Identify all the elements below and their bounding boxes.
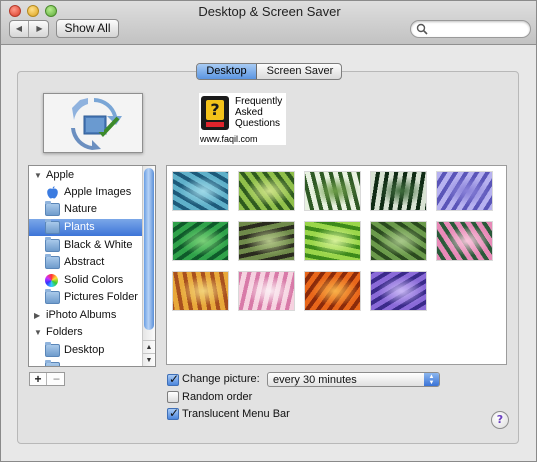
random-order-checkbox[interactable] xyxy=(167,391,179,403)
color-wheel-icon xyxy=(45,274,58,287)
scroll-up-arrow-icon[interactable]: ▲ xyxy=(143,340,155,353)
faq-line-3: Questions xyxy=(235,118,281,129)
folder-icon xyxy=(45,254,60,269)
thumbnail-bamboo[interactable] xyxy=(239,172,294,210)
scroll-down-arrow-icon[interactable]: ▼ xyxy=(143,353,155,366)
list-item-abstract[interactable]: Abstract xyxy=(29,254,143,271)
chevron-right-icon: ▶ xyxy=(36,24,43,33)
source-list-scrollbar[interactable]: ▲ ▼ xyxy=(142,166,155,366)
source-list: ▼ Apple Apple Images Nature Plants Black… xyxy=(28,165,156,367)
change-picture-label: Change picture: xyxy=(182,373,260,385)
faq-badge-icon: ? xyxy=(201,96,229,130)
window-title: Desktop & Screen Saver xyxy=(198,4,341,19)
folder-icon xyxy=(45,201,60,216)
thumbnail-moss[interactable] xyxy=(371,222,426,260)
thumbnail-green-spiral[interactable] xyxy=(305,222,360,260)
random-order-label: Random order xyxy=(182,391,253,403)
list-item-plants[interactable]: Plants xyxy=(29,219,143,236)
disclosure-right-icon[interactable]: ▶ xyxy=(34,307,40,324)
faq-url: www.faqil.com xyxy=(200,134,258,144)
back-button[interactable]: ◀ xyxy=(10,21,29,37)
thumbnail-autumn-leaves[interactable] xyxy=(173,272,228,310)
help-button[interactable]: ? xyxy=(491,411,509,429)
change-picture-checkbox[interactable] xyxy=(167,372,179,386)
thumbnail-blue-agave[interactable] xyxy=(173,172,228,210)
back-forward-control: ◀ ▶ xyxy=(9,20,49,38)
folder-icon xyxy=(45,342,60,357)
search-input[interactable] xyxy=(410,20,531,38)
group-iphoto-albums[interactable]: ▶ iPhoto Albums xyxy=(29,307,143,324)
interval-value: every 30 minutes xyxy=(273,374,357,386)
scrollbar-thumb[interactable] xyxy=(144,168,154,330)
thumbnail-orange-rose[interactable] xyxy=(305,272,360,310)
thumbnail-grass-blades[interactable] xyxy=(173,222,228,260)
disclosure-down-icon[interactable]: ▼ xyxy=(34,167,42,184)
tab-bar: Desktop Screen Saver xyxy=(196,63,342,80)
remove-folder-button[interactable]: − xyxy=(48,373,65,385)
toolbar: Desktop & Screen Saver ◀ ▶ Show All xyxy=(1,1,536,45)
tab-desktop[interactable]: Desktop xyxy=(197,64,257,79)
thumbnail-purple-flower[interactable] xyxy=(371,272,426,310)
faq-logo: ? Frequently Asked Questions www.faqil.c… xyxy=(199,93,286,145)
forward-button[interactable]: ▶ xyxy=(30,21,49,37)
folder-icon xyxy=(45,360,60,366)
chevron-left-icon: ◀ xyxy=(15,24,23,33)
folder-icon xyxy=(45,237,60,252)
faq-line-1: Frequently xyxy=(235,96,283,107)
thumbnail-lavender-petals[interactable] xyxy=(437,172,492,210)
thumbnail-pink-blossom[interactable] xyxy=(239,272,294,310)
thumbnail-sprouts[interactable] xyxy=(239,222,294,260)
translucent-menu-bar-checkbox[interactable] xyxy=(167,406,179,420)
search-icon xyxy=(416,23,428,35)
folder-icon xyxy=(45,219,60,234)
thumbnail-white-flowers[interactable] xyxy=(305,172,360,210)
updown-arrows-icon: ▲ ▼ xyxy=(424,373,439,386)
disclosure-down-icon[interactable]: ▼ xyxy=(34,324,42,341)
group-apple[interactable]: ▼ Apple xyxy=(29,167,143,184)
interval-select[interactable]: every 30 minutes ▲ ▼ xyxy=(267,372,440,387)
list-item-nature[interactable]: Nature xyxy=(29,201,143,218)
list-item-black-white[interactable]: Black & White xyxy=(29,237,143,254)
list-item-solid-colors[interactable]: Solid Colors xyxy=(29,272,143,289)
list-item-desktop[interactable]: Desktop xyxy=(29,342,143,359)
add-remove-control: + − xyxy=(29,372,65,386)
list-item-partial[interactable] xyxy=(29,360,143,366)
show-all-button[interactable]: Show All xyxy=(56,19,119,38)
list-item-pictures-folder[interactable]: Pictures Folder xyxy=(29,289,143,306)
desktop-preview xyxy=(43,93,143,153)
picture-grid xyxy=(166,165,507,365)
preferences-window: Desktop & Screen Saver ◀ ▶ Show All Desk… xyxy=(0,0,537,462)
thumbnail-dandelion[interactable] xyxy=(371,172,426,210)
tab-screen-saver[interactable]: Screen Saver xyxy=(258,64,341,79)
apple-logo-icon xyxy=(47,186,58,199)
group-folders[interactable]: ▼ Folders xyxy=(29,324,143,341)
folder-icon xyxy=(45,289,60,304)
translucent-menu-bar-label: Translucent Menu Bar xyxy=(182,408,290,420)
faq-line-2: Asked xyxy=(235,107,263,118)
desktop-preview-image xyxy=(66,98,122,150)
add-folder-button[interactable]: + xyxy=(30,373,47,385)
thumbnail-lotus[interactable] xyxy=(437,222,492,260)
list-item-apple-images[interactable]: Apple Images xyxy=(29,184,143,201)
